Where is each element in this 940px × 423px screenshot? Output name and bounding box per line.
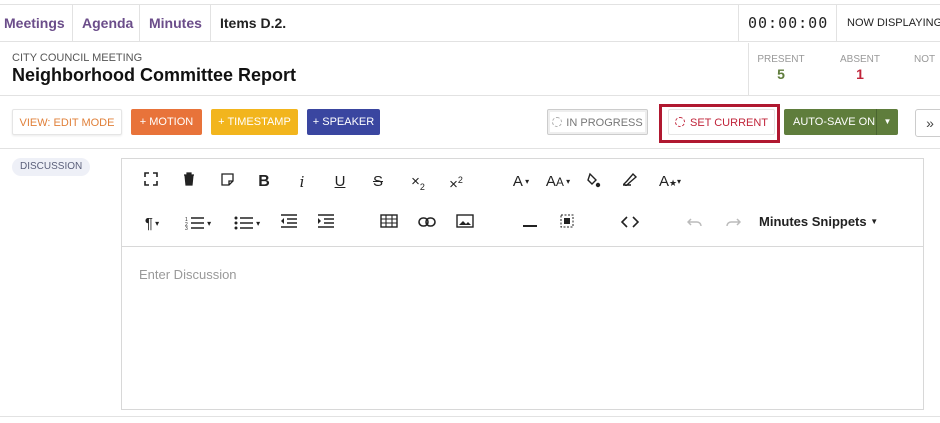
view-mode-button[interactable]: VIEW: EDIT MODE [12,109,122,135]
redo-icon[interactable] [722,214,744,234]
absent-label: ABSENT [839,54,880,65]
discussion-textarea[interactable]: Enter Discussion [122,247,923,409]
font-color-icon[interactable]: A ▾ [507,172,535,192]
nav-minutes-link[interactable]: Minutes [149,5,202,41]
now-displaying-label[interactable]: NOW DISPLAYING [847,5,940,41]
underline-icon[interactable]: U [331,172,349,192]
caret-down-icon: ▼ [870,217,879,226]
nav-meetings-link[interactable]: Meetings [4,5,65,41]
bottom-divider [0,416,940,417]
font-size-icon[interactable]: AA ▾ [541,172,575,192]
auto-save-button[interactable]: AUTO-SAVE ON ▼ [784,109,898,135]
in-progress-button[interactable]: IN PROGRESS [547,109,648,135]
note-icon[interactable] [218,172,236,192]
svg-text:3: 3 [185,226,188,230]
timer-divider [738,5,739,41]
select-all-icon[interactable] [557,214,577,234]
attendance-present[interactable]: PRESENT 5 [757,54,805,82]
meeting-type-label: CITY COUNCIL MEETING [12,52,143,64]
table-icon[interactable] [379,214,399,234]
attendance-absent[interactable]: ABSENT 1 [838,54,882,82]
subscript-icon[interactable]: ×2 [407,172,429,192]
image-icon[interactable] [455,214,475,234]
spinner-icon [552,117,563,127]
horizontal-rule-icon[interactable] [520,214,540,234]
auto-save-label: AUTO-SAVE ON [793,116,876,128]
highlight-frame [659,104,780,143]
nav-divider [210,5,211,41]
minutes-snippets-dropdown[interactable]: Minutes Snippets ▼ [759,214,878,229]
superscript-icon[interactable]: ×2 [445,170,467,193]
absent-count: 1 [856,66,864,82]
current-item-label: Items D.2. [220,5,287,41]
meeting-timer[interactable]: 00:00:00 [748,5,828,41]
italic-icon[interactable]: i [293,172,311,192]
in-progress-label: IN PROGRESS [566,117,643,129]
double-chevron-right-icon[interactable]: » [915,109,940,137]
page-title: Neighborhood Committee Report [12,65,296,85]
bold-icon[interactable]: B [255,172,273,192]
present-count: 5 [777,66,785,82]
timer-divider [836,5,837,41]
add-timestamp-button[interactable]: + TIMESTAMP [211,109,298,135]
add-motion-button[interactable]: + MOTION [131,109,202,135]
editor-toolbar: B i U S ×2 ×2 A ▾ AA ▾ A★▾ ¶ ▾ 123 ▾ ▾ M… [122,159,923,247]
top-nav: Meetings Agenda Minutes Items D.2. 00:00… [0,4,940,42]
attendance-not[interactable]: NOT [914,54,940,65]
highlighter-icon[interactable] [621,172,639,192]
ordered-list-icon[interactable]: 123 ▾ [179,214,217,234]
section-badge: DISCUSSION [12,158,91,176]
code-view-icon[interactable] [619,214,641,234]
page-header: CITY COUNCIL MEETING Neighborhood Commit… [0,43,940,96]
unordered-list-icon[interactable]: ▾ [228,214,266,234]
text-style-icon[interactable]: A★▾ [655,172,685,192]
add-speaker-button[interactable]: + SPEAKER [307,109,380,135]
undo-icon[interactable] [684,214,706,234]
link-icon[interactable] [417,214,437,234]
nav-divider [139,5,140,41]
paragraph-icon[interactable]: ¶ ▾ [140,214,164,234]
present-label: PRESENT [757,54,805,65]
rich-text-editor: B i U S ×2 ×2 A ▾ AA ▾ A★▾ ¶ ▾ 123 ▾ ▾ M… [121,158,924,410]
fill-color-icon[interactable] [585,172,603,192]
nav-divider [72,5,73,41]
not-label: NOT [914,54,936,65]
attendance-divider [748,43,749,95]
caret-down-icon[interactable]: ▼ [876,109,898,135]
action-toolbar: VIEW: EDIT MODE + MOTION + TIMESTAMP + S… [0,97,940,149]
indent-icon[interactable] [316,214,336,234]
nav-agenda-link[interactable]: Agenda [82,5,133,41]
trash-icon[interactable] [180,172,198,192]
outdent-icon[interactable] [279,214,299,234]
strikethrough-icon[interactable]: S [369,172,387,192]
minutes-snippets-label: Minutes Snippets [759,214,867,229]
fullscreen-icon[interactable] [142,172,160,192]
discussion-placeholder: Enter Discussion [139,267,237,282]
